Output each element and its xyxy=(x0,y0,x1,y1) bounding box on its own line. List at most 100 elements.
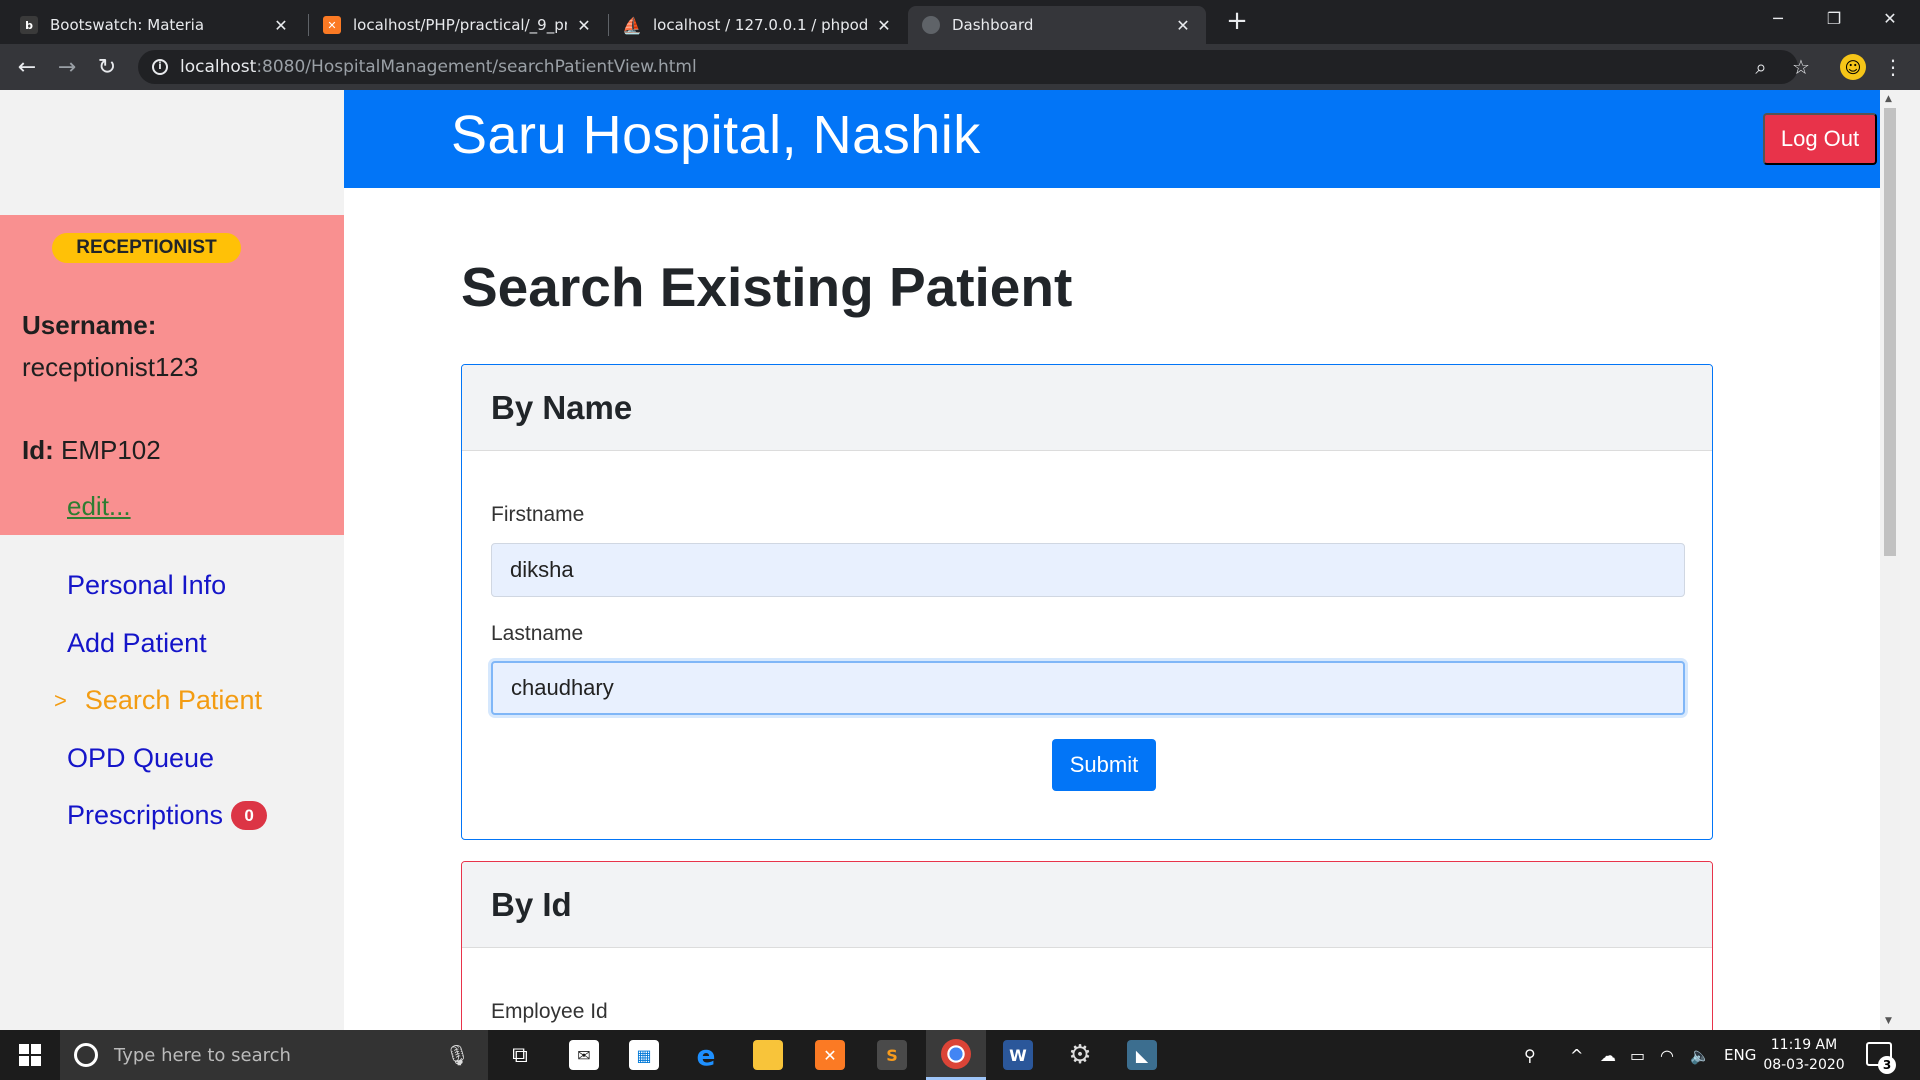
windows-logo-icon xyxy=(19,1044,41,1066)
lastname-label: Lastname xyxy=(491,622,584,645)
word-app[interactable]: W xyxy=(988,1030,1048,1080)
sidebar: RECEPTIONIST Username: receptionist123 I… xyxy=(0,90,344,1030)
restore-icon[interactable]: ❐ xyxy=(1806,0,1862,36)
taskbar-search[interactable]: Type here to search 🎙 xyxy=(60,1030,488,1080)
sublime-icon: S xyxy=(877,1040,907,1070)
sidebar-item-add-patient[interactable]: Add Patient xyxy=(67,628,207,659)
tab-title: Dashboard xyxy=(952,16,1034,34)
sidebar-item-label: Prescriptions xyxy=(67,800,224,830)
sidebar-item-opd-queue[interactable]: OPD Queue xyxy=(67,743,214,774)
browser-tab-bar: b Bootswatch: Materia ✕ ✕ localhost/PHP/… xyxy=(0,0,1920,44)
submit-button[interactable]: Submit xyxy=(1052,739,1156,791)
id-line: Id: EMP102 xyxy=(22,435,161,466)
show-hidden-icons-icon[interactable]: ^ xyxy=(1570,1030,1583,1080)
folder-icon xyxy=(753,1040,783,1070)
cortana-icon xyxy=(74,1043,98,1067)
forward-icon[interactable]: → xyxy=(52,52,82,82)
taskbar-clock[interactable]: 11:19 AM 08-03-2020 xyxy=(1762,1035,1846,1075)
address-bar[interactable]: i localhost:8080/HospitalManagement/sear… xyxy=(138,50,1798,84)
scrollbar-thumb[interactable] xyxy=(1884,108,1896,556)
logout-button[interactable]: Log Out xyxy=(1763,113,1877,165)
xampp-icon: ✕ xyxy=(815,1040,845,1070)
volume-icon[interactable]: 🔈 xyxy=(1690,1030,1710,1080)
wifi-icon[interactable]: ◠ xyxy=(1660,1030,1674,1080)
new-tab-icon[interactable]: + xyxy=(1222,6,1252,36)
phpmyadmin-icon: ⛵ xyxy=(622,15,642,35)
store-app[interactable]: ▦ xyxy=(614,1030,674,1080)
bootswatch-icon: b xyxy=(20,16,38,34)
tab-title: Bootswatch: Materia xyxy=(50,16,205,34)
main-content: Saru Hospital, Nashik Log Out Search Exi… xyxy=(344,90,1900,1030)
people-icon[interactable]: ⚲ xyxy=(1524,1030,1536,1080)
menu-dots-icon[interactable]: ⋮ xyxy=(1878,52,1908,82)
taskbar-search-placeholder: Type here to search xyxy=(114,1044,291,1066)
close-icon[interactable]: ✕ xyxy=(1174,16,1192,35)
card-header: By Name xyxy=(462,365,1712,451)
settings-app[interactable]: ⚙ xyxy=(1050,1030,1110,1080)
username-value: receptionist123 xyxy=(22,352,199,382)
sidebar-item-prescriptions[interactable]: Prescriptions 0 xyxy=(67,800,268,831)
lastname-input[interactable] xyxy=(491,661,1685,715)
firstname-input[interactable] xyxy=(491,543,1685,597)
prescriptions-count-badge: 0 xyxy=(231,801,268,830)
clock-date: 08-03-2020 xyxy=(1763,1057,1845,1073)
tab-dashboard[interactable]: Dashboard ✕ xyxy=(908,6,1206,44)
minimize-icon[interactable]: ─ xyxy=(1750,0,1806,36)
store-icon: ▦ xyxy=(629,1040,659,1070)
bookmark-star-icon[interactable]: ☆ xyxy=(1786,52,1816,82)
sublime-app[interactable]: S xyxy=(862,1030,922,1080)
word-icon: W xyxy=(1003,1040,1033,1070)
username-label-line: Username: xyxy=(22,310,156,341)
url-host: localhost xyxy=(180,57,257,77)
sidebar-item-label: Personal Info xyxy=(67,570,227,600)
hospital-name: Saru Hospital, Nashik xyxy=(451,105,981,165)
close-icon[interactable]: ✕ xyxy=(875,16,893,35)
sidebar-item-search-patient[interactable]: > Search Patient xyxy=(54,685,262,716)
edge-icon: e xyxy=(696,1038,716,1072)
role-badge: RECEPTIONIST xyxy=(52,233,241,263)
explorer-app[interactable] xyxy=(738,1030,798,1080)
close-icon[interactable]: ✕ xyxy=(575,16,593,35)
mail-icon: ✉ xyxy=(569,1040,599,1070)
firstname-label: Firstname xyxy=(491,503,585,526)
battery-icon[interactable]: ▭ xyxy=(1630,1030,1645,1080)
profile-avatar[interactable]: ☺ xyxy=(1840,54,1866,80)
scroll-up-icon[interactable]: ▲ xyxy=(1885,94,1892,104)
scroll-down-icon[interactable]: ▼ xyxy=(1885,1016,1892,1026)
chrome-app[interactable] xyxy=(926,1030,986,1080)
tab-bootswatch[interactable]: b Bootswatch: Materia ✕ xyxy=(6,6,304,44)
mysql-app[interactable]: ◣ xyxy=(1112,1030,1172,1080)
sidebar-item-label: Search Patient xyxy=(84,685,262,715)
zoom-icon[interactable]: ⌕ xyxy=(1746,52,1776,82)
gear-icon: ⚙ xyxy=(1068,1040,1092,1070)
id-label: Id: xyxy=(22,435,54,465)
page-title: Search Existing Patient xyxy=(461,256,1073,318)
search-by-id-card: By Id Employee Id xyxy=(461,861,1713,1030)
info-icon[interactable]: i xyxy=(152,59,168,75)
sidebar-item-personal-info[interactable]: Personal Info xyxy=(67,570,226,601)
sidebar-item-label: Add Patient xyxy=(67,628,207,658)
tab-practical[interactable]: ✕ localhost/PHP/practical/_9_practi ✕ xyxy=(309,6,607,44)
xampp-app[interactable]: ✕ xyxy=(800,1030,860,1080)
globe-icon xyxy=(922,16,940,34)
close-icon[interactable]: ✕ xyxy=(272,16,290,35)
mail-app[interactable]: ✉ xyxy=(554,1030,614,1080)
language-indicator[interactable]: ENG xyxy=(1724,1030,1756,1080)
microphone-icon[interactable]: 🎙 xyxy=(445,1043,470,1067)
tab-title: localhost/PHP/practical/_9_practi xyxy=(353,16,567,34)
onedrive-icon[interactable]: ☁ xyxy=(1600,1030,1616,1080)
notification-count-badge: 3 xyxy=(1878,1056,1896,1074)
task-view-icon[interactable]: ⧉ xyxy=(490,1030,550,1080)
reload-icon[interactable]: ↻ xyxy=(92,52,122,82)
tab-title: localhost / 127.0.0.1 / phpodbcp xyxy=(653,16,867,34)
tab-phpmyadmin[interactable]: ⛵ localhost / 127.0.0.1 / phpodbcp ✕ xyxy=(609,6,907,44)
edit-profile-link[interactable]: edit... xyxy=(67,491,131,522)
edge-app[interactable]: e xyxy=(676,1030,736,1080)
start-button[interactable] xyxy=(0,1030,60,1080)
page-scrollbar[interactable]: ▲ ▼ xyxy=(1880,90,1900,1030)
back-icon[interactable]: ← xyxy=(12,52,42,82)
active-marker: > xyxy=(54,687,67,713)
username-label: Username: xyxy=(22,310,157,340)
id-value: EMP102 xyxy=(61,435,161,465)
window-close-icon[interactable]: ✕ xyxy=(1862,0,1918,36)
